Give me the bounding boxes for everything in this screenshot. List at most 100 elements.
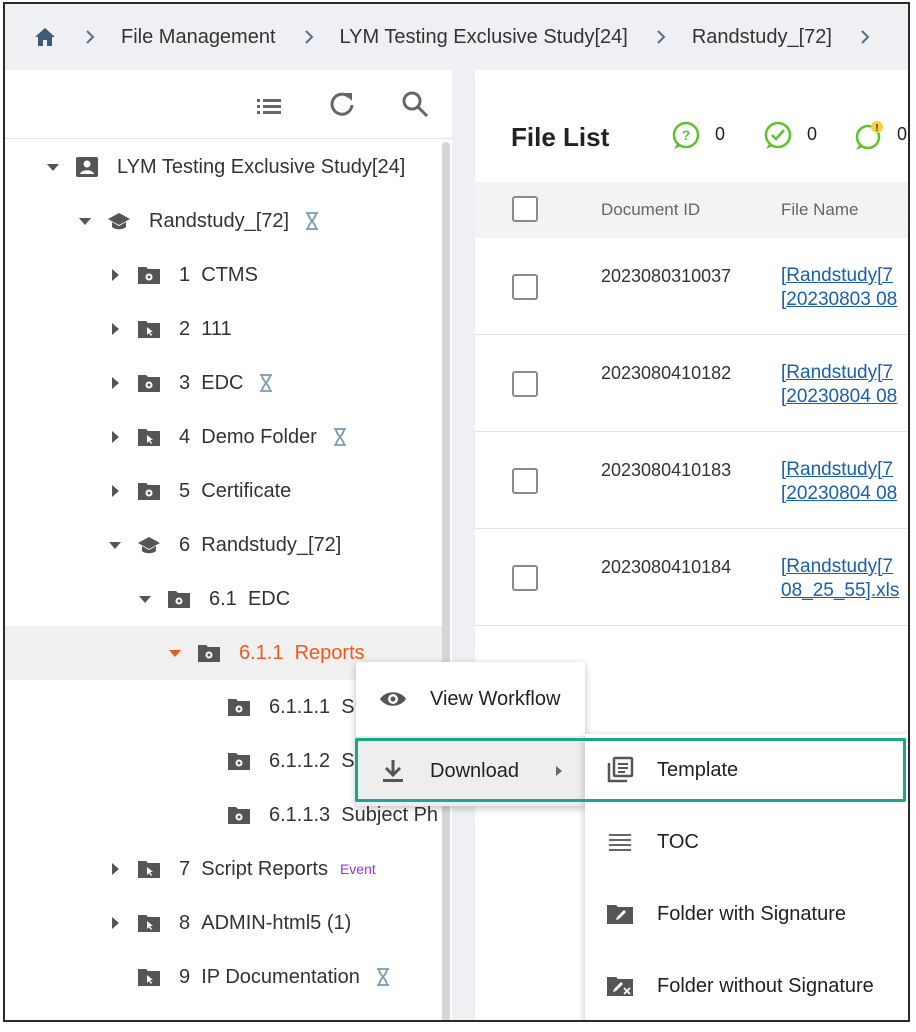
tree-item-label: 111 [201, 317, 232, 340]
tree-item-number: 6.1.1.2 [269, 749, 331, 772]
caret-right-icon[interactable] [107, 321, 123, 337]
folder-gear-icon [228, 699, 250, 716]
row-checkbox[interactable] [512, 565, 538, 591]
tree-item-111[interactable]: 2 111 [5, 302, 442, 356]
tree-item-label: Script Reports [201, 857, 328, 880]
panel-gutter [452, 70, 475, 1020]
caret-right-icon[interactable] [107, 483, 123, 499]
app-window: File Management LYM Testing Exclusive St… [3, 2, 910, 1022]
caret-down-icon[interactable] [77, 213, 93, 229]
row-checkbox[interactable] [512, 468, 538, 494]
tree-item-admin-html5[interactable]: 8 ADMIN-html5 (1) [5, 896, 442, 950]
tree-item-label: EDC [247, 587, 291, 610]
folder-gear-icon [228, 807, 250, 824]
folder-gear-icon [138, 483, 160, 500]
caret-down-icon[interactable] [167, 645, 183, 661]
tree-item-number: 5 [179, 479, 191, 502]
document-id: 2023080410182 [601, 363, 732, 383]
tree-item-number: 6.1.1.3 [269, 803, 331, 826]
folder-gear-icon [198, 645, 220, 662]
tree-item-study[interactable]: LYM Testing Exclusive Study[24] [5, 140, 442, 194]
file-name-link[interactable]: [Randstudy[7 [20230804 08 [781, 361, 897, 409]
tree-item-edc[interactable]: 3 EDC [5, 356, 442, 410]
tree-item-label: Subject Ph [341, 803, 439, 826]
stat-pending[interactable]: ! 0 [853, 120, 907, 152]
row-checkbox[interactable] [512, 274, 538, 300]
tree-item-label: Certificate [201, 479, 292, 502]
contact-card-icon [76, 157, 98, 177]
caret-down-icon[interactable] [137, 591, 153, 607]
stat-questions[interactable]: ? 0 [671, 120, 725, 152]
tree-item-label: ADMIN-html5 (1) [201, 911, 352, 934]
tree-item-number: 3 [179, 371, 191, 394]
caret-down-icon[interactable] [45, 159, 61, 175]
tree-item-label: Demo Folder [201, 425, 317, 448]
home-icon[interactable] [33, 25, 57, 49]
stat-count: 0 [807, 124, 818, 144]
svg-text:?: ? [682, 127, 691, 143]
table-header: Document ID File Name [475, 182, 908, 238]
submenu-item-label: Folder without Signature [657, 974, 874, 997]
refresh-icon[interactable] [328, 90, 356, 118]
question-bubble-icon: ? [672, 121, 700, 149]
tree-item-6-1-edc[interactable]: 6.1 EDC [5, 572, 442, 626]
tree-item-label: IP Documentation [201, 965, 360, 988]
list-icon[interactable] [255, 92, 283, 120]
tree-item-ctms[interactable]: 1 CTMS [5, 248, 442, 302]
table-row: 2023080310037 [Randstudy[7 [20230803 08 [475, 238, 908, 335]
row-checkbox[interactable] [512, 371, 538, 397]
folder-gear-icon [228, 753, 250, 770]
caret-right-icon[interactable] [107, 267, 123, 283]
highlight-box [355, 738, 906, 802]
caret-right-icon[interactable] [107, 429, 123, 445]
table-row: 2023080410182 [Randstudy[7 [20230804 08 [475, 335, 908, 432]
tree-item-label: CTMS [201, 263, 258, 286]
file-name-link[interactable]: [Randstudy[7 [20230803 08 [781, 264, 897, 312]
menu-item-view-workflow[interactable]: View Workflow [356, 664, 585, 734]
tree-scrollbar[interactable] [442, 142, 450, 1020]
stat-answered[interactable]: 0 [763, 120, 817, 152]
folder-gear-icon [138, 375, 160, 392]
tree-item-label: Reports [294, 641, 365, 664]
breadcrumb: File Management LYM Testing Exclusive St… [5, 4, 908, 70]
caret-down-icon[interactable] [107, 537, 123, 553]
tree-item-randstudy-6[interactable]: 6 Randstudy_[72] [5, 518, 442, 572]
tree-item-number: 4 [179, 425, 191, 448]
folder-tree-panel: LYM Testing Exclusive Study[24] Randstud… [5, 70, 452, 1020]
submenu-item-toc[interactable]: TOC [585, 806, 908, 878]
chevron-right-icon [657, 30, 666, 44]
file-name-link[interactable]: [Randstudy[7 [20230804 08 [781, 458, 897, 506]
column-document-id[interactable]: Document ID [601, 200, 700, 220]
tree-item-script-reports[interactable]: 7 Script Reports Event [5, 842, 442, 896]
breadcrumb-study[interactable]: LYM Testing Exclusive Study[24] [340, 26, 628, 49]
tree-item-label: S [341, 749, 355, 772]
stat-count: 0 [715, 124, 726, 144]
document-id: 2023080310037 [601, 266, 732, 286]
search-icon[interactable] [401, 90, 429, 118]
stat-count: 0 [897, 124, 908, 144]
tree-item-number: 9 [179, 965, 191, 988]
file-name-link[interactable]: [Randstudy[7 08_25_55].xls [781, 555, 899, 603]
breadcrumb-randstudy[interactable]: Randstudy_[72] [692, 26, 832, 49]
tree-item-number: 6 [179, 533, 191, 556]
submenu-item-label: Folder with Signature [657, 902, 846, 925]
select-all-checkbox[interactable] [512, 196, 538, 222]
submenu-item-folder-without-signature[interactable]: Folder without Signature [585, 950, 908, 1020]
caret-right-icon[interactable] [107, 375, 123, 391]
caret-right-icon[interactable] [107, 915, 123, 931]
submenu-item-folder-with-signature[interactable]: Folder with Signature [585, 878, 908, 950]
caret-right-icon[interactable] [107, 861, 123, 877]
tree-item-certificate[interactable]: 5 Certificate [5, 464, 442, 518]
breadcrumb-file-management[interactable]: File Management [121, 26, 276, 49]
folder-pointer-icon [138, 429, 160, 446]
alert-bubble-icon: ! [855, 121, 883, 150]
hourglass-icon [333, 428, 346, 446]
column-file-name[interactable]: File Name [781, 200, 858, 220]
tree-item-ip-documentation[interactable]: 9 IP Documentation [5, 950, 442, 1004]
tree-item-randstudy[interactable]: Randstudy_[72] [5, 194, 442, 248]
table-row: 2023080410184 [Randstudy[7 08_25_55].xls [475, 529, 908, 626]
graduation-cap-icon [138, 537, 160, 554]
file-list-title: File List [511, 122, 610, 152]
chevron-right-icon [304, 30, 313, 44]
tree-item-demo-folder[interactable]: 4 Demo Folder [5, 410, 442, 464]
